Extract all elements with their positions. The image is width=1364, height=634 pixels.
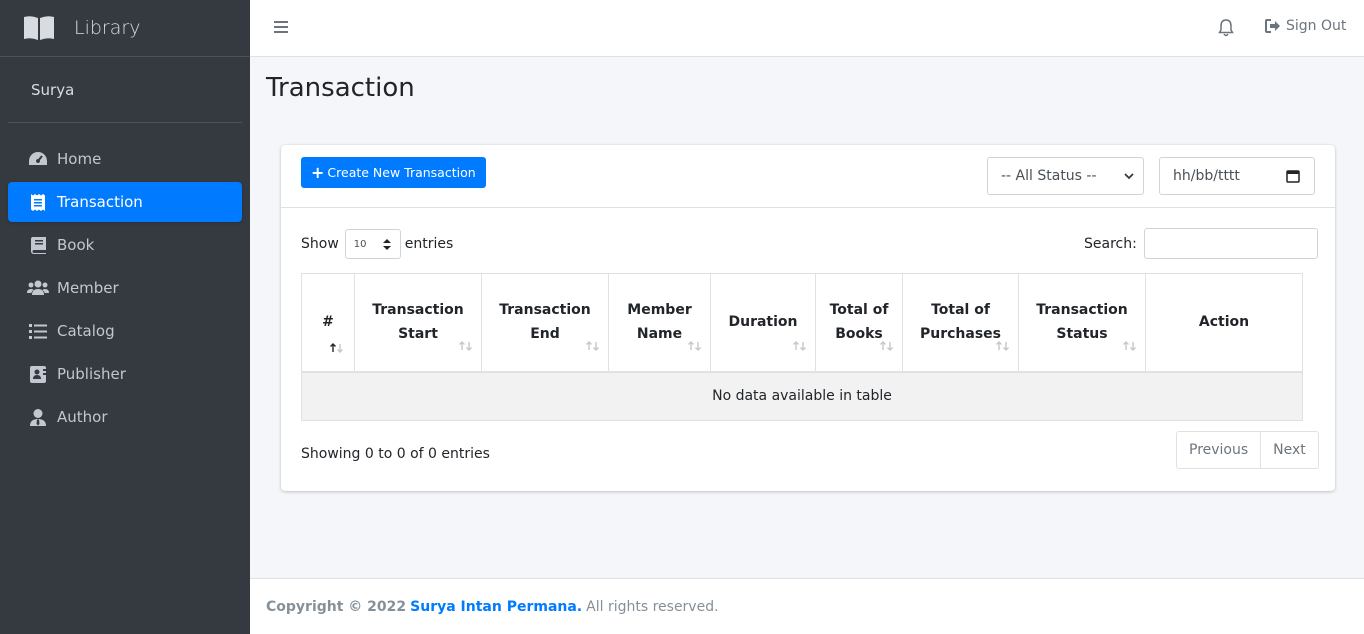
entries-value: 10 (353, 238, 367, 250)
list-icon (27, 322, 49, 340)
next-page-button[interactable]: Next (1261, 431, 1319, 469)
sort-icon (793, 340, 806, 351)
calendar-icon[interactable] (1286, 169, 1300, 183)
status-filter-value: -- All Status -- (1001, 168, 1097, 184)
user-tie-icon (27, 408, 49, 426)
user-panel[interactable]: Surya (8, 57, 242, 123)
entries-label: entries (404, 236, 454, 252)
column-header-transaction-start[interactable]: Transaction Start (354, 273, 482, 373)
column-header-duration[interactable]: Duration (710, 273, 816, 373)
sidebar-item-label: Transaction (57, 193, 143, 211)
search-label: Search: (1084, 235, 1137, 252)
brand-name: Library (74, 17, 141, 39)
sidebar-item-catalog[interactable]: Catalog (8, 311, 242, 351)
card-header: + Create New Transaction -- All Status -… (281, 145, 1335, 208)
transaction-card: + Create New Transaction -- All Status -… (281, 145, 1335, 491)
sign-out-label: Sign Out (1286, 18, 1347, 34)
sort-icon (586, 340, 599, 351)
sort-icon (1123, 340, 1136, 351)
sidebar-item-member[interactable]: Member (8, 268, 242, 308)
copyright-text: Copyright © 2022 (266, 598, 407, 615)
rights-text: All rights reserved. (586, 598, 719, 615)
column-header-label: Total of Books (829, 302, 889, 343)
date-filter-input[interactable]: hh/bb/tttt (1159, 157, 1315, 195)
author-link[interactable]: Surya Intan Permana. (410, 599, 582, 615)
column-header-label: Transaction Start (372, 302, 464, 343)
sidebar-item-book[interactable]: Book (8, 225, 242, 265)
page-title: Transaction (266, 73, 415, 103)
sidebar-item-label: Catalog (57, 322, 115, 340)
show-label: Show (301, 236, 339, 252)
sort-icon (688, 340, 701, 351)
date-filter-placeholder: hh/bb/tttt (1173, 168, 1240, 184)
search-input[interactable] (1143, 228, 1318, 259)
column-header-label: Total of Purchases (919, 302, 1001, 343)
sidebar-item-label: Member (57, 279, 119, 297)
column-header-total-books[interactable]: Total of Books (815, 273, 903, 373)
tachometer-icon (27, 150, 49, 168)
top-navbar: Sign Out (250, 0, 1364, 57)
transaction-table: # Transaction Start Transaction End Memb… (301, 273, 1303, 421)
pagination: Previous Next (1176, 431, 1319, 469)
table-search: Search: (1084, 228, 1318, 259)
column-header-label: Member Name (627, 302, 692, 343)
sort-icon (459, 340, 472, 351)
menu-toggle-icon[interactable] (274, 21, 288, 35)
pagination-info: Showing 0 to 0 of 0 entries (301, 446, 490, 462)
column-header-label: Transaction Status (1036, 302, 1128, 343)
address-card-icon (27, 365, 49, 383)
chevron-down-icon (1124, 173, 1134, 180)
book-open-icon (24, 16, 54, 40)
sidebar-item-publisher[interactable]: Publisher (8, 354, 242, 394)
sidebar: Library Surya Home Transaction Book Memb… (0, 0, 250, 634)
column-header-transaction-end[interactable]: Transaction End (481, 273, 609, 373)
receipt-icon (27, 193, 49, 211)
column-header-member-name[interactable]: Member Name (608, 273, 711, 373)
sign-out-icon (1265, 19, 1280, 33)
user-name: Surya (31, 80, 75, 99)
footer: Copyright © 2022 Surya Intan Permana. Al… (250, 578, 1364, 634)
updown-arrow-icon (382, 239, 391, 250)
empty-table-message: No data available in table (301, 371, 1303, 421)
column-header-label: Action (1198, 314, 1250, 331)
sort-asc-icon (330, 342, 343, 353)
status-filter-select[interactable]: -- All Status -- (987, 157, 1144, 195)
sort-icon (996, 340, 1009, 351)
column-header-label: Transaction End (499, 302, 591, 343)
sign-out-link[interactable]: Sign Out (1265, 18, 1346, 34)
book-icon (27, 236, 49, 254)
show-entries-control: Show 10 entries (301, 229, 453, 259)
sidebar-item-label: Home (57, 150, 102, 168)
column-header-transaction-status[interactable]: Transaction Status (1018, 273, 1146, 373)
users-icon (27, 279, 49, 297)
column-header-number[interactable]: # (301, 273, 355, 373)
table-row: No data available in table (301, 371, 1303, 421)
bell-icon[interactable] (1218, 19, 1234, 37)
sort-icon (880, 340, 893, 351)
create-transaction-button[interactable]: + Create New Transaction (301, 157, 486, 188)
sidebar-item-label: Author (57, 408, 108, 426)
create-transaction-label: Create New Transaction (327, 165, 476, 180)
sidebar-item-home[interactable]: Home (8, 139, 242, 179)
table-header-row: # Transaction Start Transaction End Memb… (301, 273, 1303, 373)
sidebar-item-label: Publisher (57, 365, 126, 383)
sidebar-item-author[interactable]: Author (8, 397, 242, 437)
column-header-label: Duration (728, 314, 798, 331)
sidebar-item-transaction[interactable]: Transaction (8, 182, 242, 222)
sidebar-item-label: Book (57, 236, 95, 254)
sidebar-nav: Home Transaction Book Member Catalog Pub… (0, 139, 250, 437)
entries-per-page-select[interactable]: 10 (344, 229, 401, 259)
column-header-label: # (322, 314, 334, 331)
plus-icon: + (311, 162, 325, 182)
brand-link[interactable]: Library (0, 0, 250, 57)
column-header-total-purchases[interactable]: Total of Purchases (902, 273, 1019, 373)
column-header-action: Action (1145, 273, 1303, 373)
previous-page-button[interactable]: Previous (1176, 431, 1262, 469)
